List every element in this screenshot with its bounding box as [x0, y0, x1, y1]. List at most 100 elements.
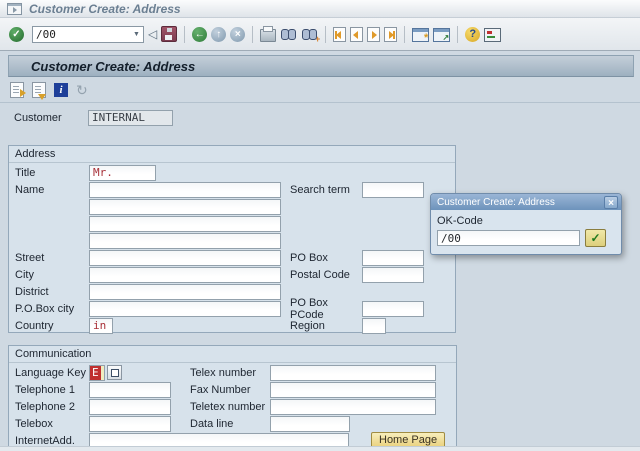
ok-code-label: OK-Code — [437, 215, 615, 227]
toolbar-separator — [184, 26, 185, 43]
form-row — [15, 198, 455, 215]
form-row: Telephone 2 Teletex number — [15, 398, 456, 415]
collapse-toolbar-icon[interactable] — [148, 27, 157, 42]
telebox-input[interactable] — [89, 416, 171, 432]
search-term-input[interactable] — [362, 182, 424, 198]
previous-page-icon[interactable] — [350, 27, 363, 42]
name-input-3[interactable] — [89, 216, 281, 232]
form-row: City Postal Code — [15, 266, 455, 283]
dialog-body: OK-Code ✓ — [431, 210, 621, 254]
ok-code-input[interactable] — [437, 230, 580, 246]
enter-icon[interactable] — [9, 27, 24, 42]
toolbar-separator — [252, 26, 253, 43]
close-icon[interactable]: × — [604, 196, 618, 209]
help-icon[interactable] — [465, 27, 480, 42]
back-icon[interactable] — [192, 27, 207, 42]
first-page-icon[interactable] — [333, 27, 346, 42]
last-page-icon[interactable] — [384, 27, 397, 42]
dialog-input-row: ✓ — [437, 229, 615, 247]
window-title: Customer Create: Address — [29, 2, 181, 16]
find-next-icon[interactable] — [301, 28, 318, 41]
teletex-input[interactable] — [270, 399, 436, 415]
language-key-field[interactable]: E — [89, 365, 105, 381]
telephone2-input[interactable] — [89, 399, 171, 415]
next-page-icon[interactable] — [367, 27, 380, 42]
screen-title: Customer Create: Address — [31, 59, 195, 74]
country-label: Country — [15, 320, 89, 332]
form-row: Title — [15, 164, 455, 181]
toolbar-separator — [457, 26, 458, 43]
application-toolbar — [0, 78, 640, 103]
city-label: City — [15, 269, 89, 281]
region-input[interactable] — [362, 318, 386, 334]
postal-code-label: Postal Code — [290, 269, 360, 281]
title-input[interactable] — [89, 165, 156, 181]
info-icon[interactable] — [54, 83, 68, 97]
command-dropdown-icon[interactable] — [130, 27, 143, 42]
address-groupbox: Address Title Name Search term — [8, 145, 456, 333]
po-box-city-input[interactable] — [89, 301, 281, 317]
customer-field[interactable] — [88, 110, 173, 126]
language-key-value: E — [90, 366, 101, 380]
fax-input[interactable] — [270, 382, 436, 398]
search-term-label: Search term — [290, 184, 360, 196]
form-row — [15, 215, 455, 232]
name-input-1[interactable] — [89, 182, 281, 198]
toolbar-separator — [325, 26, 326, 43]
dialog-titlebar[interactable]: Customer Create: Address × — [431, 194, 621, 210]
name-input-2[interactable] — [89, 199, 281, 215]
data-line-input[interactable] — [270, 416, 350, 432]
fax-label: Fax Number — [190, 384, 268, 396]
window-titlebar: Customer Create: Address — [0, 0, 640, 18]
plus-glyph — [315, 34, 320, 44]
window-menu-icon[interactable] — [7, 3, 22, 15]
postal-code-input[interactable] — [362, 267, 424, 283]
address-section-title: Address — [9, 146, 455, 163]
street-input[interactable] — [89, 250, 281, 266]
form-row: P.O.Box city PO Box PCode — [15, 300, 455, 317]
standard-toolbar — [0, 18, 640, 51]
create-shortcut-icon[interactable] — [433, 28, 450, 42]
command-field — [32, 26, 144, 43]
telebox-label: Telebox — [15, 418, 89, 430]
po-box-input[interactable] — [362, 250, 424, 266]
telex-input[interactable] — [270, 365, 436, 381]
country-input[interactable] — [89, 318, 113, 334]
sheet-export-icon[interactable] — [32, 82, 46, 98]
print-icon[interactable] — [260, 29, 276, 42]
form-row: Name Search term — [15, 181, 455, 198]
language-key-label: Language Key — [15, 367, 89, 379]
po-box-pcode-input[interactable] — [362, 301, 424, 317]
save-icon[interactable] — [161, 26, 177, 42]
confirm-button[interactable]: ✓ — [585, 229, 606, 247]
data-line-label: Data line — [190, 418, 268, 430]
telephone1-input[interactable] — [89, 382, 171, 398]
ok-code-dialog: Customer Create: Address × OK-Code ✓ — [430, 193, 622, 255]
form-row: Telebox Data line — [15, 415, 456, 432]
command-input[interactable] — [33, 28, 130, 41]
sap-gui-window: Customer Create: Address Customer — [0, 0, 640, 451]
sheet-forward-icon[interactable] — [10, 82, 24, 98]
title-label: Title — [15, 167, 89, 179]
status-bar-strip — [0, 446, 640, 451]
region-label: Region — [290, 320, 360, 332]
communication-section-title: Communication — [9, 346, 456, 363]
district-input[interactable] — [89, 284, 281, 300]
screen-titlebar: Customer Create: Address — [8, 55, 634, 77]
communication-groupbox: Communication Language Key E Telex numbe… — [8, 345, 457, 448]
new-session-icon[interactable] — [412, 28, 429, 42]
exit-icon[interactable] — [211, 27, 226, 42]
telephone2-label: Telephone 2 — [15, 401, 89, 413]
district-label: District — [15, 286, 89, 298]
possible-entries-icon[interactable] — [107, 365, 122, 380]
refresh-icon[interactable] — [76, 82, 88, 98]
customize-layout-icon[interactable] — [484, 28, 501, 42]
street-label: Street — [15, 252, 89, 264]
teletex-label: Teletex number — [190, 401, 268, 413]
name-input-4[interactable] — [89, 233, 281, 249]
name-label: Name — [15, 184, 89, 196]
city-input[interactable] — [89, 267, 281, 283]
customer-row: Customer — [14, 109, 173, 126]
cancel-icon[interactable] — [230, 27, 245, 42]
find-icon[interactable] — [280, 28, 297, 41]
